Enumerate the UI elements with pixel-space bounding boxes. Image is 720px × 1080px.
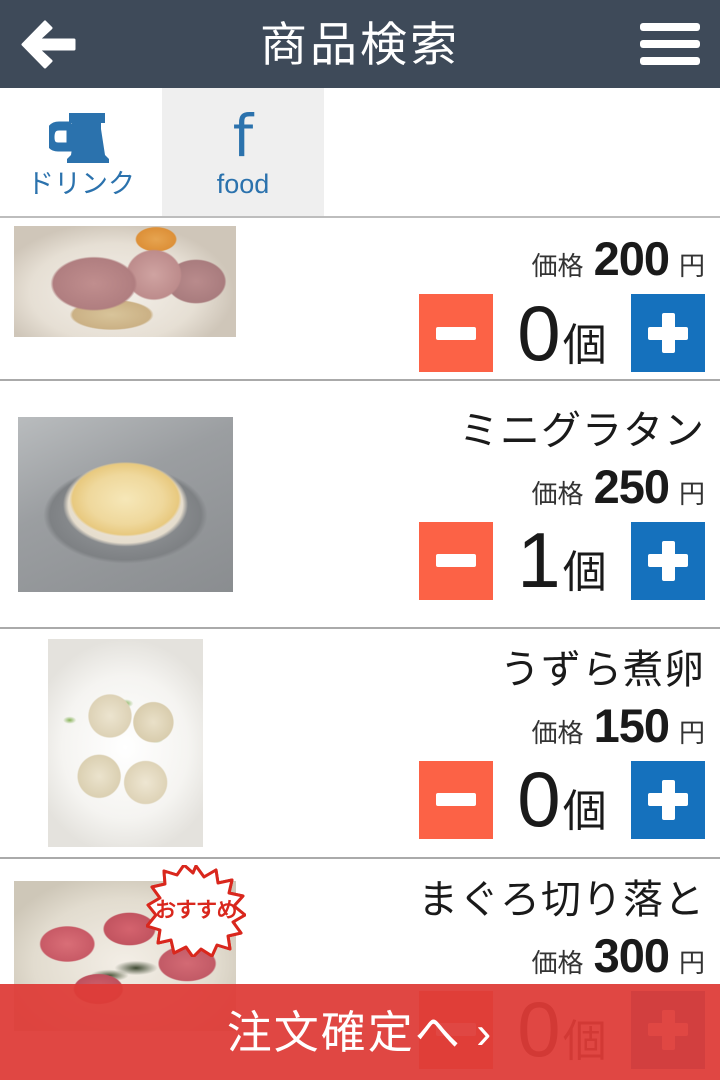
minus-icon — [436, 326, 476, 340]
product-details: ミニグラタン 価格 250 円 1 個 — [250, 381, 720, 627]
quantity-display: 1 個 — [493, 516, 631, 605]
confirm-order-label: 注文確定へ › — [226, 1006, 494, 1058]
product-thumbnail-wrap — [0, 629, 250, 857]
confirm-order-button[interactable]: 注文確定へ › — [0, 984, 720, 1080]
table-row[interactable]: 価格 200 円 0 個 — [0, 218, 720, 381]
price-row: 価格 300 円 — [532, 928, 705, 983]
decrement-button[interactable] — [419, 294, 493, 372]
product-image-gratin — [17, 416, 233, 592]
quantity-stepper: 0 個 — [419, 294, 705, 372]
price-label: 価格 — [531, 947, 584, 978]
tabbar-filler — [324, 88, 720, 216]
quantity-value: 0 — [517, 755, 561, 844]
increment-button[interactable] — [631, 760, 705, 839]
price-label: 価格 — [531, 717, 584, 748]
category-tabbar: ドリンク f food — [0, 88, 720, 218]
tab-drink-label: ドリンク — [27, 168, 135, 199]
price-currency: 円 — [678, 478, 705, 509]
minus-icon — [436, 793, 476, 806]
back-button[interactable] — [18, 13, 80, 75]
product-image-sliced-meat — [14, 225, 236, 337]
menu-bar-2 — [640, 40, 700, 48]
increment-button[interactable] — [631, 294, 705, 372]
menu-bar-1 — [640, 23, 700, 31]
quantity-value: 0 — [517, 288, 561, 377]
letter-f-icon: f — [232, 101, 254, 170]
decrement-button[interactable] — [419, 760, 493, 839]
quantity-display: 0 個 — [493, 755, 631, 844]
product-name: ミニグラタン — [459, 408, 705, 453]
price-currency: 円 — [678, 947, 705, 978]
product-name: まぐろ切り落と — [418, 877, 705, 922]
minus-icon — [436, 554, 476, 567]
tab-food-label: food — [216, 168, 270, 199]
recommended-badge: おすすめ — [146, 865, 246, 957]
coffee-pot-icon — [49, 107, 113, 165]
product-image-quail-eggs — [47, 639, 203, 847]
plus-icon — [648, 540, 688, 581]
increment-button[interactable] — [631, 521, 705, 600]
quantity-unit: 個 — [562, 320, 607, 370]
price-row: 価格 150 円 — [532, 698, 705, 753]
price-value: 300 — [593, 928, 670, 982]
product-thumbnail-wrap — [0, 381, 250, 627]
menu-bar-3 — [640, 57, 700, 65]
price-row: 価格 200 円 — [532, 231, 705, 286]
tab-food[interactable]: f food — [162, 88, 324, 216]
price-label: 価格 — [531, 251, 584, 281]
quantity-value: 1 — [517, 516, 561, 605]
quantity-unit: 個 — [562, 548, 607, 598]
decrement-button[interactable] — [419, 521, 493, 600]
product-list[interactable]: 価格 200 円 0 個 ミニグラタン 価格 250 円 1 個 うずら煮卵 価… — [0, 218, 720, 1080]
product-details: 価格 200 円 0 個 — [250, 218, 720, 379]
plus-icon — [648, 313, 688, 353]
product-details: うずら煮卵 価格 150 円 0 個 — [250, 629, 720, 857]
quantity-stepper: 0 個 — [419, 755, 705, 844]
tab-drink[interactable]: ドリンク — [0, 88, 162, 216]
product-thumbnail-wrap — [0, 218, 250, 379]
price-row: 価格 250 円 — [532, 459, 705, 514]
quantity-stepper: 1 個 — [419, 516, 705, 605]
price-currency: 円 — [678, 717, 705, 748]
arrow-left-icon — [21, 20, 76, 69]
product-search-screen: 商品検索 ドリンク f food 価格 200 円 0 個 ミニグラタン 価格 … — [0, 0, 720, 1080]
app-header: 商品検索 — [0, 0, 720, 88]
price-label: 価格 — [531, 478, 584, 509]
recommended-badge-label: おすすめ — [155, 899, 238, 923]
price-value: 250 — [593, 459, 670, 513]
price-value: 200 — [593, 232, 670, 285]
quantity-unit: 個 — [562, 787, 607, 837]
page-title: 商品検索 — [260, 17, 460, 71]
quantity-display: 0 個 — [493, 288, 631, 377]
table-row[interactable]: うずら煮卵 価格 150 円 0 個 — [0, 629, 720, 859]
product-name: うずら煮卵 — [500, 647, 705, 692]
hamburger-menu-icon[interactable] — [640, 20, 700, 68]
price-value: 150 — [593, 698, 670, 752]
table-row[interactable]: ミニグラタン 価格 250 円 1 個 — [0, 381, 720, 629]
plus-icon — [648, 779, 688, 820]
price-currency: 円 — [678, 251, 705, 281]
